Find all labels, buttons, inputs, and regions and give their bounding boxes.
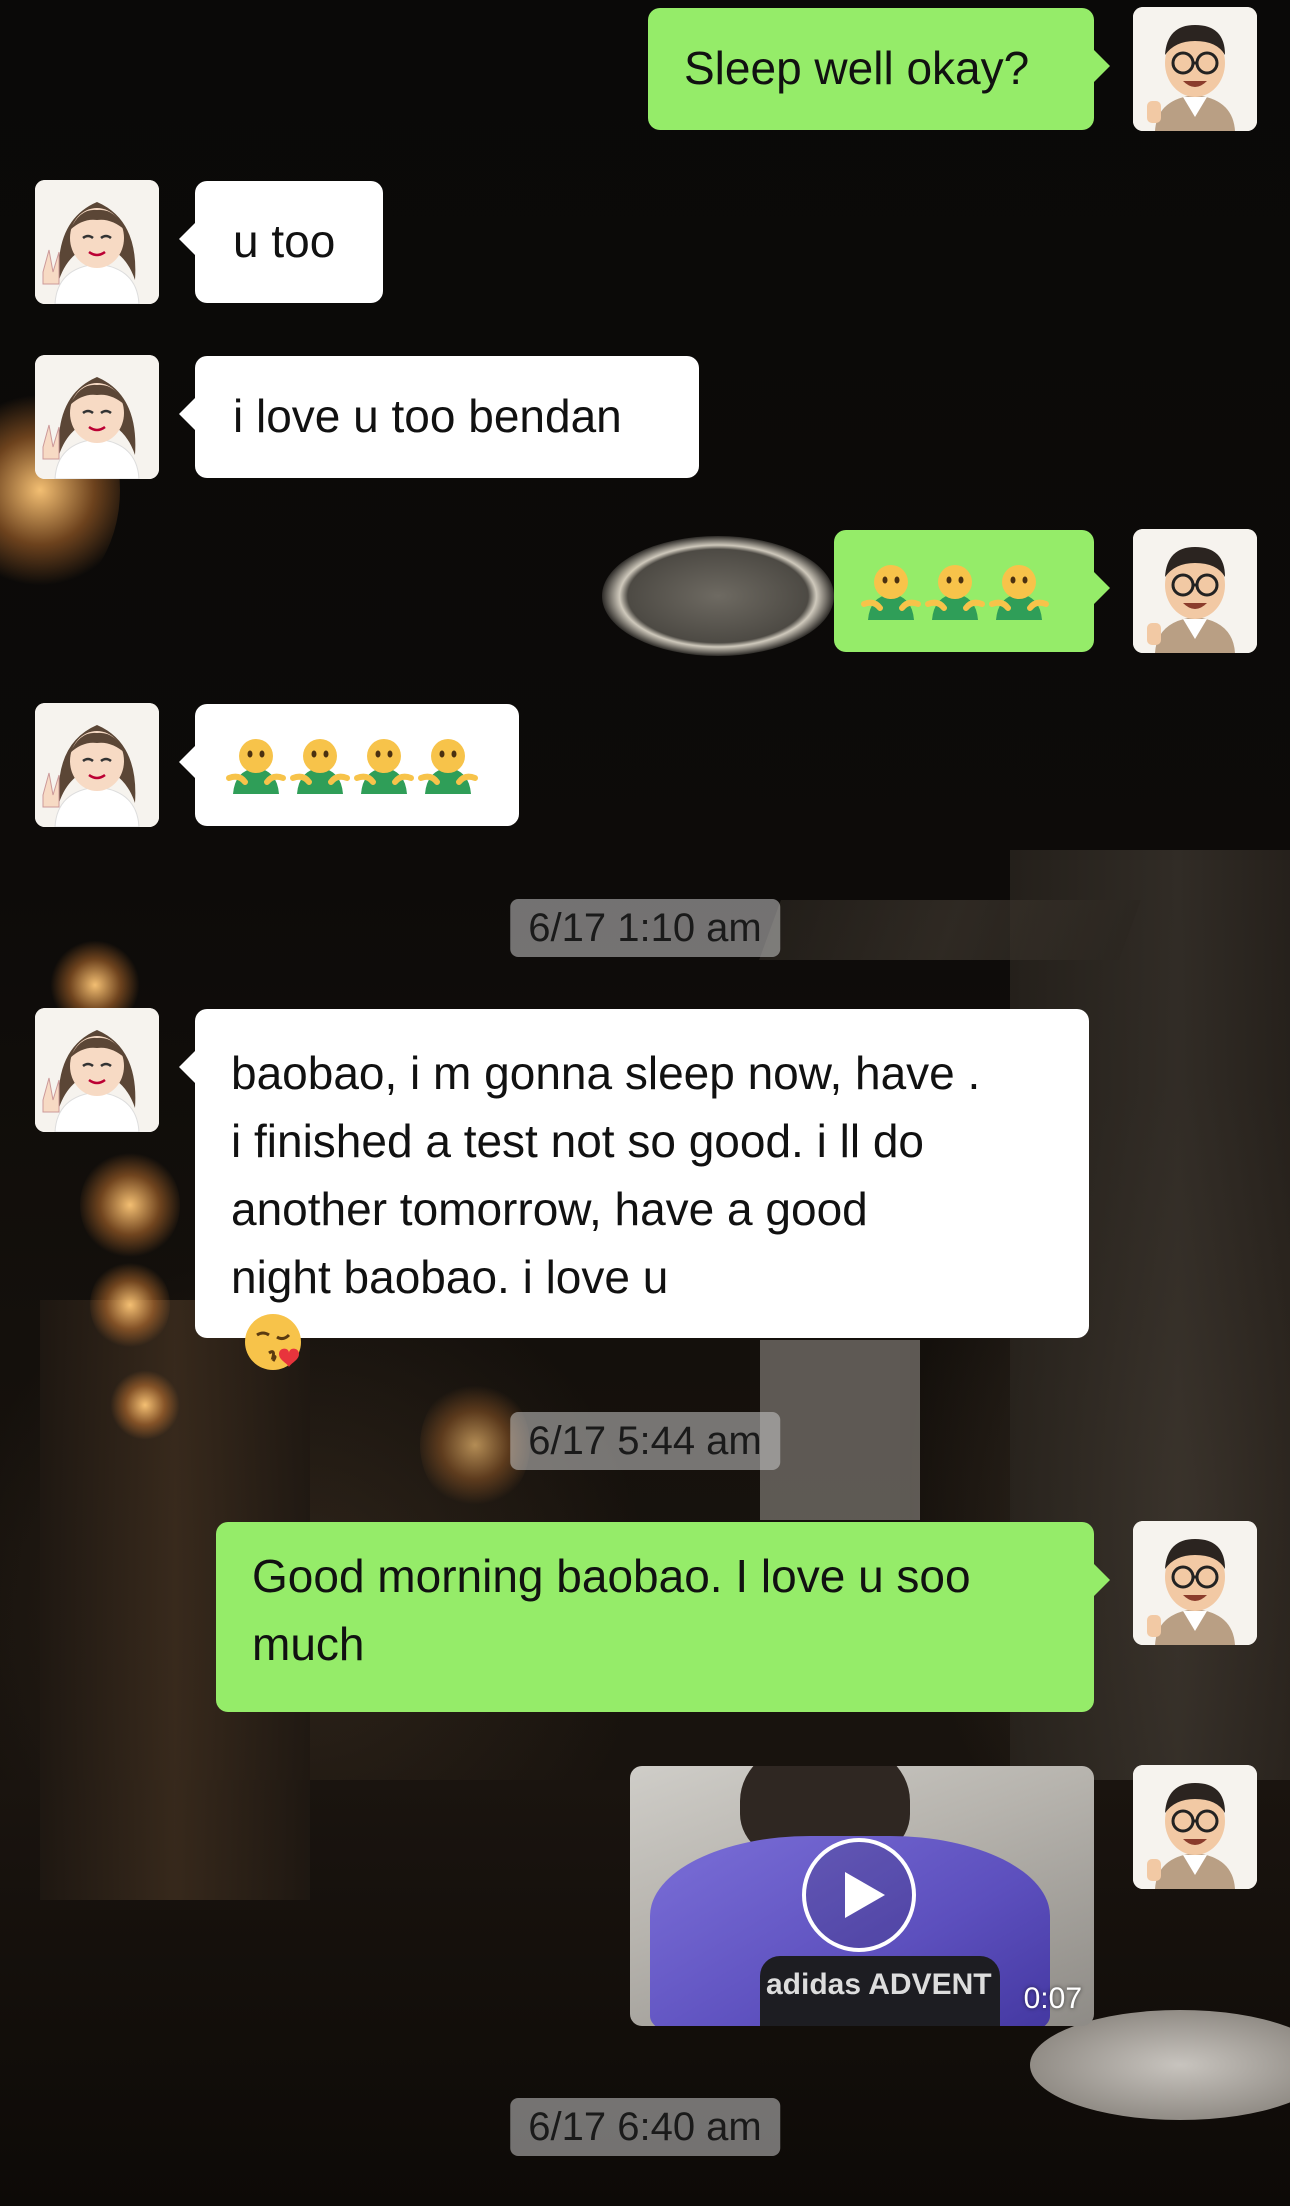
hugging-person-icon <box>925 565 985 620</box>
girl-peace-sign-icon <box>35 180 159 304</box>
man-with-glasses-icon <box>1133 7 1257 131</box>
message-bubble-incoming[interactable]: u too <box>179 181 383 303</box>
my-avatar[interactable] <box>1133 1521 1257 1645</box>
message-text: i love u too bendan <box>233 390 622 442</box>
hugging-person-icon <box>989 565 1049 620</box>
my-avatar[interactable] <box>1133 1765 1257 1889</box>
message-text: u too <box>233 215 336 267</box>
hugging-person-icon <box>418 739 478 794</box>
video-duration: 0:07 <box>1023 1982 1082 2015</box>
message-bubble-outgoing[interactable]: Good morning baobao. I love u soo much <box>216 1522 1110 1712</box>
hugging-person-icon <box>354 739 414 794</box>
message-bubble-outgoing[interactable]: Sleep well okay? <box>648 8 1110 130</box>
play-button[interactable] <box>802 1838 916 1952</box>
kissing-face-heart-icon <box>243 1311 305 1391</box>
message-text: Good morning baobao. I love u soo much <box>252 1550 971 1670</box>
my-avatar[interactable] <box>1133 7 1257 131</box>
message-bubble-incoming[interactable]: i love u too bendan <box>179 356 699 478</box>
girl-peace-sign-icon <box>35 703 159 827</box>
contact-avatar[interactable] <box>35 180 159 304</box>
man-with-glasses-icon <box>1133 529 1257 653</box>
my-avatar[interactable] <box>1133 529 1257 653</box>
emoji-message-outgoing[interactable] <box>834 530 1110 652</box>
contact-avatar[interactable] <box>35 355 159 479</box>
message-bubble-incoming[interactable]: baobao, i m gonna sleep now, have . i fi… <box>179 1009 1089 1370</box>
timestamp: 6/17 6:40 am <box>510 2098 780 2156</box>
man-with-glasses-icon <box>1133 1521 1257 1645</box>
contact-avatar[interactable] <box>35 703 159 827</box>
timestamp: 6/17 5:44 am <box>510 1412 780 1470</box>
hugging-person-icon <box>226 739 286 794</box>
hugging-person-icon <box>861 565 921 620</box>
message-text: Sleep well okay? <box>684 42 1030 94</box>
contact-avatar[interactable] <box>35 1008 159 1132</box>
video-thumbnail-text: adidas ADVENT <box>766 1968 992 2001</box>
message-text: baobao, i m gonna sleep now, have . i fi… <box>231 1047 981 1303</box>
play-icon <box>845 1872 885 1918</box>
man-with-glasses-icon <box>1133 1765 1257 1889</box>
hugging-person-icon <box>290 739 350 794</box>
video-message[interactable]: adidas ADVENT 0:07 <box>630 1766 1094 2026</box>
girl-peace-sign-icon <box>35 1008 159 1132</box>
timestamp: 6/17 1:10 am <box>510 899 780 957</box>
emoji-message-incoming[interactable] <box>179 704 519 826</box>
girl-peace-sign-icon <box>35 355 159 479</box>
